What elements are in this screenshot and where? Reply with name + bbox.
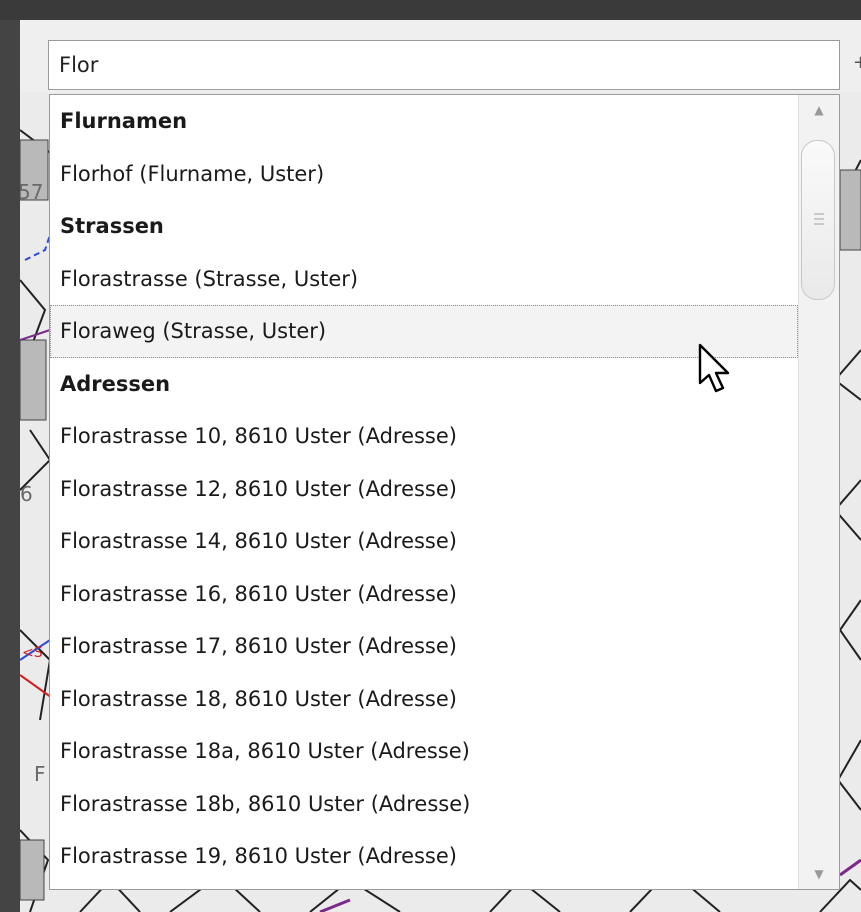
window-top-strip [0,0,861,20]
search-input[interactable] [48,40,840,90]
search-options-icon[interactable]: + [853,52,861,73]
mouse-pointer-icon [698,343,730,393]
scroll-thumb[interactable] [801,140,835,300]
result-item[interactable]: Florastrasse 18a, 8610 Uster (Adresse) [50,725,798,778]
result-item[interactable]: Florhof (Flurname, Uster) [50,148,798,201]
result-list: Flurnamen Florhof (Flurname, Uster) Strass… [50,95,798,883]
autocomplete-dropdown: Flurnamen Florhof (Flurname, Uster) Strass… [49,94,840,890]
map-label: 6 [20,482,33,506]
grip-line [814,218,824,220]
grip-line [814,223,824,225]
scroll-up-icon[interactable]: ▲ [799,95,839,125]
result-item[interactable]: Florastrasse 19, 8610 Uster (Adresse) [50,830,798,883]
scrollbar[interactable]: ▲ ▼ [798,95,839,889]
scroll-down-icon[interactable]: ▼ [799,859,839,889]
result-item[interactable]: Florastrasse (Strasse, Uster) [50,253,798,306]
map-label: F [34,762,46,786]
grip-line [814,213,824,215]
map-label: 57 [20,180,44,204]
result-item[interactable]: Florastrasse 18b, 8610 Uster (Adresse) [50,778,798,831]
map-label: <S [22,645,43,661]
result-item[interactable]: Floraweg (Strasse, Uster) [50,305,798,358]
result-item[interactable]: Florastrasse 17, 8610 Uster (Adresse) [50,620,798,673]
result-item[interactable]: Florastrasse 12, 8610 Uster (Adresse) [50,463,798,516]
result-group-header: Adressen [60,371,171,396]
result-item[interactable]: Florastrasse 10, 8610 Uster (Adresse) [50,410,798,463]
result-item[interactable]: Florastrasse 16, 8610 Uster (Adresse) [50,568,798,621]
left-panel-edge [0,20,20,912]
result-group-header: Strassen [60,214,164,238]
result-item[interactable]: Florastrasse 18, 8610 Uster (Adresse) [50,673,798,726]
result-group-header: Flurnamen [60,109,188,133]
result-item[interactable]: Florastrasse 14, 8610 Uster (Adresse) [50,515,798,568]
